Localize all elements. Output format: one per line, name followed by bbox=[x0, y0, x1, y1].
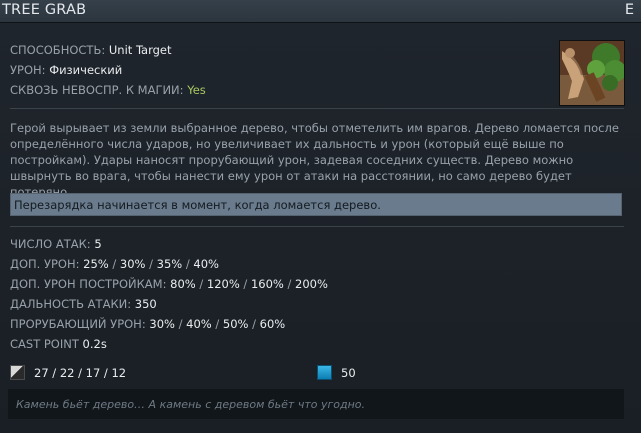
stat-value: 0.2s bbox=[82, 337, 107, 351]
stat-label: ПРОРУБАЮЩИЙ УРОН: bbox=[10, 317, 146, 331]
pierces-immunity-row: СКВОЗЬ НЕВОСПР. К МАГИИ: Yes bbox=[10, 83, 206, 97]
cooldown-icon bbox=[10, 365, 25, 380]
stat-value: 50% bbox=[222, 317, 249, 331]
stat-row-cast-point: CAST POINT 0.2s bbox=[10, 337, 107, 351]
stat-value: 40% bbox=[193, 257, 219, 271]
stat-value: 5 bbox=[94, 237, 102, 251]
cooldown-note: Перезарядка начинается в момент, когда л… bbox=[10, 193, 622, 216]
damage-type-value: Физический bbox=[49, 63, 123, 77]
stat-value: 30% bbox=[149, 317, 175, 331]
stat-row-cleave-damage: ПРОРУБАЮЩИЙ УРОН: 30% / 40% / 50% / 60% bbox=[10, 317, 286, 331]
ability-description: Герой вырывает из земли выбранное дерево… bbox=[10, 121, 619, 199]
pierces-immunity-value: Yes bbox=[187, 83, 206, 97]
ability-header: TREE GRAB E bbox=[0, 0, 641, 23]
stat-value: 30% bbox=[119, 257, 146, 271]
stat-value: 160% bbox=[250, 277, 284, 291]
stat-label: ДАЛЬНОСТЬ АТАКИ: bbox=[10, 297, 132, 311]
stat-row-bonus-damage: ДОП. УРОН: 25% / 30% / 35% / 40% bbox=[10, 257, 219, 271]
stat-row-attack-range: ДАЛЬНОСТЬ АТАКИ: 350 bbox=[10, 297, 157, 311]
stat-row-attack-count: ЧИСЛО АТАК: 5 bbox=[10, 237, 102, 251]
stat-value: 60% bbox=[259, 317, 286, 331]
stat-value: 40% bbox=[186, 317, 212, 331]
stat-value: 35% bbox=[156, 257, 183, 271]
ability-title: TREE GRAB bbox=[2, 2, 87, 18]
divider-middle bbox=[10, 226, 624, 227]
stat-value: 80% bbox=[170, 277, 196, 291]
stat-label: ДОП. УРОН ПОСТРОЙКАМ: bbox=[10, 277, 167, 291]
cooldown-value: 27 / 22 / 17 / 12 bbox=[34, 366, 127, 380]
divider-top bbox=[10, 108, 624, 109]
pierces-immunity-label: СКВОЗЬ НЕВОСПР. К МАГИИ: bbox=[10, 83, 184, 97]
damage-type-label: УРОН: bbox=[10, 63, 46, 77]
ability-type-row: СПОСОБНОСТЬ: Unit Target bbox=[10, 43, 172, 57]
lore-box: Камень бьёт дерево… А камень с деревом б… bbox=[8, 389, 624, 419]
mana-icon bbox=[317, 365, 332, 380]
stat-value: 25% bbox=[83, 257, 109, 271]
mana-value: 50 bbox=[341, 366, 356, 380]
stat-label: CAST POINT bbox=[10, 337, 79, 351]
ability-type-value: Unit Target bbox=[108, 43, 172, 57]
stat-row-building-damage: ДОП. УРОН ПОСТРОЙКАМ: 80% / 120% / 160% … bbox=[10, 277, 328, 291]
stat-value: 350 bbox=[134, 297, 157, 311]
cooldown-note-text: Перезарядка начинается в момент, когда л… bbox=[14, 198, 381, 212]
stat-value: 120% bbox=[206, 277, 240, 291]
ability-type-label: СПОСОБНОСТЬ: bbox=[10, 43, 106, 57]
stat-value: 200% bbox=[295, 277, 328, 291]
lore-text: Камень бьёт дерево… А камень с деревом б… bbox=[16, 398, 365, 411]
stat-label: ДОП. УРОН: bbox=[10, 257, 80, 271]
stat-label: ЧИСЛО АТАК: bbox=[10, 237, 91, 251]
damage-type-row: УРОН: Физический bbox=[10, 63, 122, 77]
tree-grab-ability-icon bbox=[559, 40, 625, 106]
ability-hotkey: E bbox=[624, 2, 634, 18]
